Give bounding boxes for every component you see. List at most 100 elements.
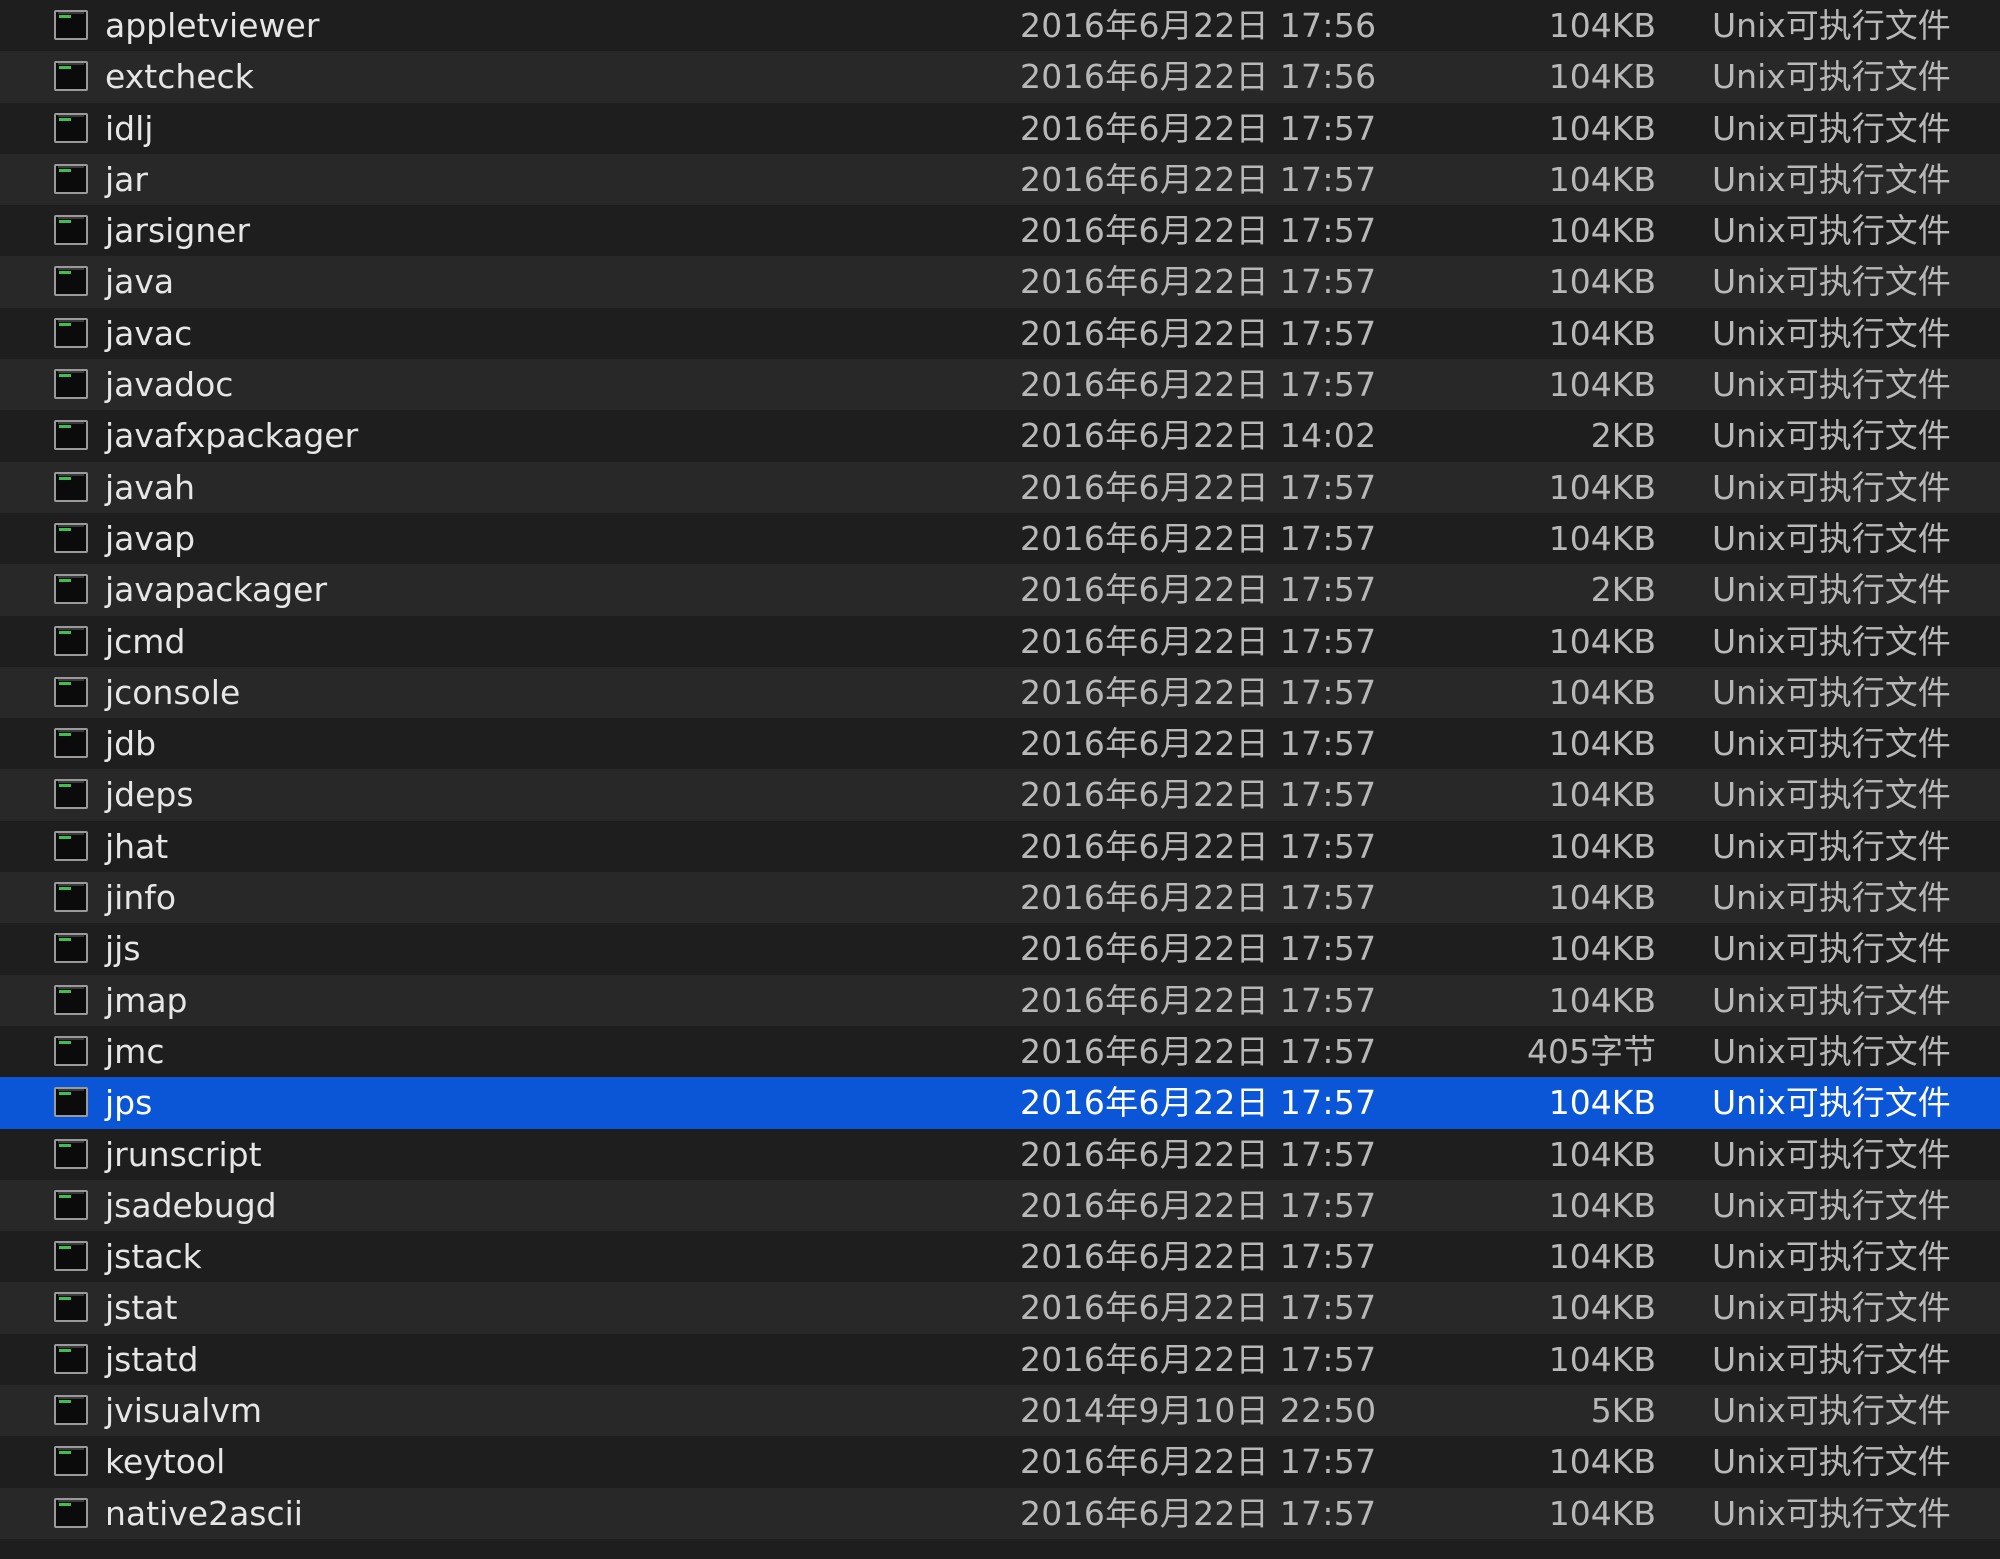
file-name: native2ascii [105, 1493, 303, 1533]
file-size: 104KB [1548, 159, 1656, 199]
file-row[interactable]: jinfo 2016年6月22日 17:57 104KB Unix可执行文件 [0, 872, 2000, 924]
file-date-modified: 2016年6月22日 17:57 [1020, 621, 1377, 661]
file-row[interactable]: jconsole 2016年6月22日 17:57 104KB Unix可执行文件 [0, 666, 2000, 719]
file-kind: Unix可执行文件 [1712, 1134, 1951, 1174]
file-row[interactable]: idlj 2016年6月22日 17:57 104KB Unix可执行文件 [0, 102, 2000, 154]
file-list-rows: appletviewer 2016年6月22日 17:56 104KB Unix可执行… [0, 0, 2000, 1539]
unix-executable-icon [54, 728, 88, 759]
file-name: javac [105, 313, 193, 353]
file-kind: Unix可执行文件 [1712, 1288, 1951, 1328]
unix-executable-icon [54, 1138, 88, 1169]
unix-executable-icon [54, 266, 88, 297]
file-row[interactable]: javadoc 2016年6月22日 17:57 104KB Unix可执行文件 [0, 359, 2000, 411]
file-name: jconsole [105, 672, 241, 712]
file-row[interactable]: javac 2016年6月22日 17:57 104KB Unix可执行文件 [0, 307, 2000, 360]
unix-executable-icon [54, 163, 88, 194]
file-date-modified: 2014年9月10日 22:50 [1020, 1391, 1377, 1431]
file-row[interactable]: java 2016年6月22日 17:57 104KB Unix可执行文件 [0, 256, 2000, 308]
unix-executable-icon [54, 1395, 88, 1426]
file-row[interactable]: keytool 2016年6月22日 17:57 104KB Unix可执行文件 [0, 1436, 2000, 1488]
file-row[interactable]: native2ascii 2016年6月22日 17:57 104KB Unix可执行… [0, 1487, 2000, 1539]
unix-executable-icon [54, 215, 88, 246]
file-row[interactable]: jdeps 2016年6月22日 17:57 104KB Unix可执行文件 [0, 769, 2000, 821]
file-row[interactable]: javapackager 2016年6月22日 17:57 2KB Unix可执行文件 [0, 564, 2000, 616]
file-kind: Unix可执行文件 [1712, 518, 1951, 558]
file-kind: Unix可执行文件 [1712, 672, 1951, 712]
file-row[interactable]: extcheck 2016年6月22日 17:56 104KB Unix可执行文件 [0, 51, 2000, 103]
file-row[interactable]: jstatd 2016年6月22日 17:57 104KB Unix可执行文件 [0, 1333, 2000, 1386]
unix-executable-icon [54, 574, 88, 605]
file-kind: Unix可执行文件 [1712, 826, 1951, 866]
file-row[interactable]: jcmd 2016年6月22日 17:57 104KB Unix可执行文件 [0, 615, 2000, 667]
unix-executable-icon [54, 779, 88, 810]
file-size: 405字节 [1527, 1031, 1656, 1071]
file-date-modified: 2016年6月22日 17:57 [1020, 108, 1377, 148]
file-size: 104KB [1548, 313, 1656, 353]
file-kind: Unix可执行文件 [1712, 570, 1951, 610]
unix-executable-icon [54, 369, 88, 400]
file-row[interactable]: javafxpackager 2016年6月22日 14:02 2KB Unix可执行… [0, 410, 2000, 462]
unix-executable-icon [54, 1241, 88, 1272]
file-row[interactable]: jps 2016年6月22日 17:57 104KB Unix可执行文件 [0, 1077, 2000, 1129]
file-date-modified: 2016年6月22日 17:57 [1020, 1339, 1377, 1379]
file-name: jar [105, 159, 148, 199]
file-row[interactable]: jstat 2016年6月22日 17:57 104KB Unix可执行文件 [0, 1282, 2000, 1334]
unix-executable-icon [54, 112, 88, 143]
file-row[interactable]: jjs 2016年6月22日 17:57 104KB Unix可执行文件 [0, 923, 2000, 975]
file-date-modified: 2016年6月22日 17:57 [1020, 518, 1377, 558]
file-name: jcmd [105, 621, 186, 661]
file-row[interactable]: jmc 2016年6月22日 17:57 405字节 Unix可执行文件 [0, 1025, 2000, 1078]
file-date-modified: 2016年6月22日 17:57 [1020, 1493, 1377, 1533]
unix-executable-icon [54, 1497, 88, 1528]
file-kind: Unix可执行文件 [1712, 621, 1951, 661]
file-row[interactable]: jmap 2016年6月22日 17:57 104KB Unix可执行文件 [0, 974, 2000, 1026]
unix-executable-icon [54, 830, 88, 861]
file-row[interactable]: jvisualvm 2014年9月10日 22:50 5KB Unix可执行文件 [0, 1385, 2000, 1437]
file-row[interactable]: appletviewer 2016年6月22日 17:56 104KB Unix可执行… [0, 0, 2000, 52]
unix-executable-icon [54, 1189, 88, 1220]
file-size: 104KB [1548, 775, 1656, 815]
file-date-modified: 2016年6月22日 17:57 [1020, 211, 1377, 251]
file-kind: Unix可执行文件 [1712, 1083, 1951, 1123]
unix-executable-icon [54, 1087, 88, 1118]
file-size: 104KB [1548, 1134, 1656, 1174]
file-row[interactable]: jsadebugd 2016年6月22日 17:57 104KB Unix可执行文件 [0, 1179, 2000, 1232]
file-size: 104KB [1548, 365, 1656, 405]
file-size: 104KB [1548, 57, 1656, 97]
file-row[interactable]: javap 2016年6月22日 17:57 104KB Unix可执行文件 [0, 512, 2000, 565]
file-name: java [105, 262, 175, 302]
file-date-modified: 2016年6月22日 14:02 [1020, 416, 1377, 456]
file-date-modified: 2016年6月22日 17:57 [1020, 1031, 1377, 1071]
file-name: javadoc [105, 365, 234, 405]
file-kind: Unix可执行文件 [1712, 1442, 1951, 1482]
file-row[interactable]: jdb 2016年6月22日 17:57 104KB Unix可执行文件 [0, 718, 2000, 770]
file-name: jhat [105, 826, 169, 866]
unix-executable-icon [54, 420, 88, 451]
file-date-modified: 2016年6月22日 17:57 [1020, 159, 1377, 199]
unix-executable-icon [54, 1446, 88, 1477]
file-row[interactable]: jrunscript 2016年6月22日 17:57 104KB Unix可执行文件 [0, 1128, 2000, 1180]
file-row[interactable]: jstack 2016年6月22日 17:57 104KB Unix可执行文件 [0, 1231, 2000, 1283]
file-size: 104KB [1548, 518, 1656, 558]
file-kind: Unix可执行文件 [1712, 159, 1951, 199]
file-row[interactable]: jarsigner 2016年6月22日 17:57 104KB Unix可执行文件 [0, 205, 2000, 257]
file-size: 104KB [1548, 1339, 1656, 1379]
file-kind: Unix可执行文件 [1712, 108, 1951, 148]
file-kind: Unix可执行文件 [1712, 365, 1951, 405]
file-kind: Unix可执行文件 [1712, 1185, 1951, 1225]
file-kind: Unix可执行文件 [1712, 775, 1951, 815]
file-name: keytool [105, 1442, 226, 1482]
file-size: 104KB [1548, 724, 1656, 764]
file-row[interactable]: javah 2016年6月22日 17:57 104KB Unix可执行文件 [0, 461, 2000, 513]
file-date-modified: 2016年6月22日 17:57 [1020, 724, 1377, 764]
file-size: 104KB [1548, 826, 1656, 866]
file-name: javap [105, 518, 196, 558]
file-row[interactable]: jhat 2016年6月22日 17:57 104KB Unix可执行文件 [0, 820, 2000, 873]
unix-executable-icon [54, 625, 88, 656]
file-size: 104KB [1548, 1083, 1656, 1123]
file-size: 104KB [1548, 621, 1656, 661]
file-name: jstack [105, 1237, 202, 1277]
file-row[interactable]: jar 2016年6月22日 17:57 104KB Unix可执行文件 [0, 153, 2000, 206]
file-list[interactable]: appletviewer 2016年6月22日 17:56 104KB Unix可执行… [0, 0, 2000, 1559]
file-size: 104KB [1548, 1237, 1656, 1277]
